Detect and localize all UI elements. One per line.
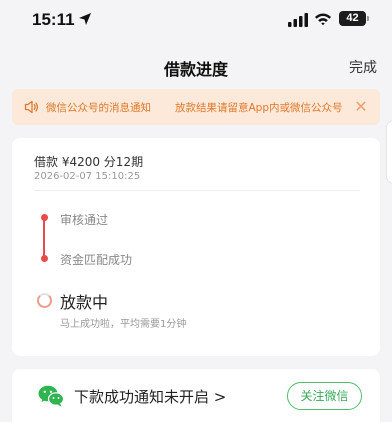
status-time: 15:11	[32, 10, 75, 29]
side-floating-tab[interactable]	[386, 120, 392, 184]
signal-icon	[288, 13, 308, 27]
page-title: 借款进度	[163, 60, 228, 79]
notice-segment: 微信公众号的消息通知	[46, 102, 151, 114]
loading-ring-icon	[37, 293, 52, 308]
timeline-connector	[43, 218, 45, 259]
loan-progress-card: 借款 ¥4200 分12期 2026-02-07 15:10:25 审核通过 资…	[12, 138, 380, 356]
loan-timestamp: 2026-02-07 15:10:25	[34, 171, 141, 182]
follow-wechat-button[interactable]: 关注微信	[287, 382, 362, 410]
timeline-dot-done	[40, 255, 48, 262]
timeline-step-label: 资金匹配成功	[60, 253, 133, 267]
notice-banner[interactable]: 微信公众号的消息通知 放款结果请留意App内或微信公众号 ✕	[12, 89, 380, 125]
close-icon[interactable]: ✕	[354, 98, 368, 116]
speaker-icon	[24, 100, 39, 114]
notice-text: 微信公众号的消息通知 放款结果请留意App内或微信公众号	[46, 100, 352, 115]
current-step-subtitle: 马上成功啦，平均需要1分钟	[60, 319, 187, 330]
notice-segment: 放款结果请留意App内或微信公众号	[175, 102, 343, 114]
divider	[34, 190, 360, 191]
battery-indicator: 42	[339, 11, 366, 26]
notify-status-link[interactable]: 下款成功通知未开启 >	[74, 386, 226, 407]
timeline-step-label: 审核通过	[60, 213, 109, 227]
loan-summary: 借款 ¥4200 分12期	[34, 155, 144, 169]
current-step-label: 放款中	[60, 293, 109, 312]
timeline-dot-done	[40, 214, 48, 221]
done-button[interactable]: 完成	[349, 57, 377, 77]
wechat-icon	[38, 385, 64, 407]
battery-tip	[367, 16, 369, 21]
location-arrow-icon	[79, 13, 91, 25]
status-bar: 15:11 42	[0, 0, 392, 44]
wifi-icon	[315, 13, 331, 26]
wechat-notify-card[interactable]: 下款成功通知未开启 > 关注微信	[12, 369, 380, 422]
